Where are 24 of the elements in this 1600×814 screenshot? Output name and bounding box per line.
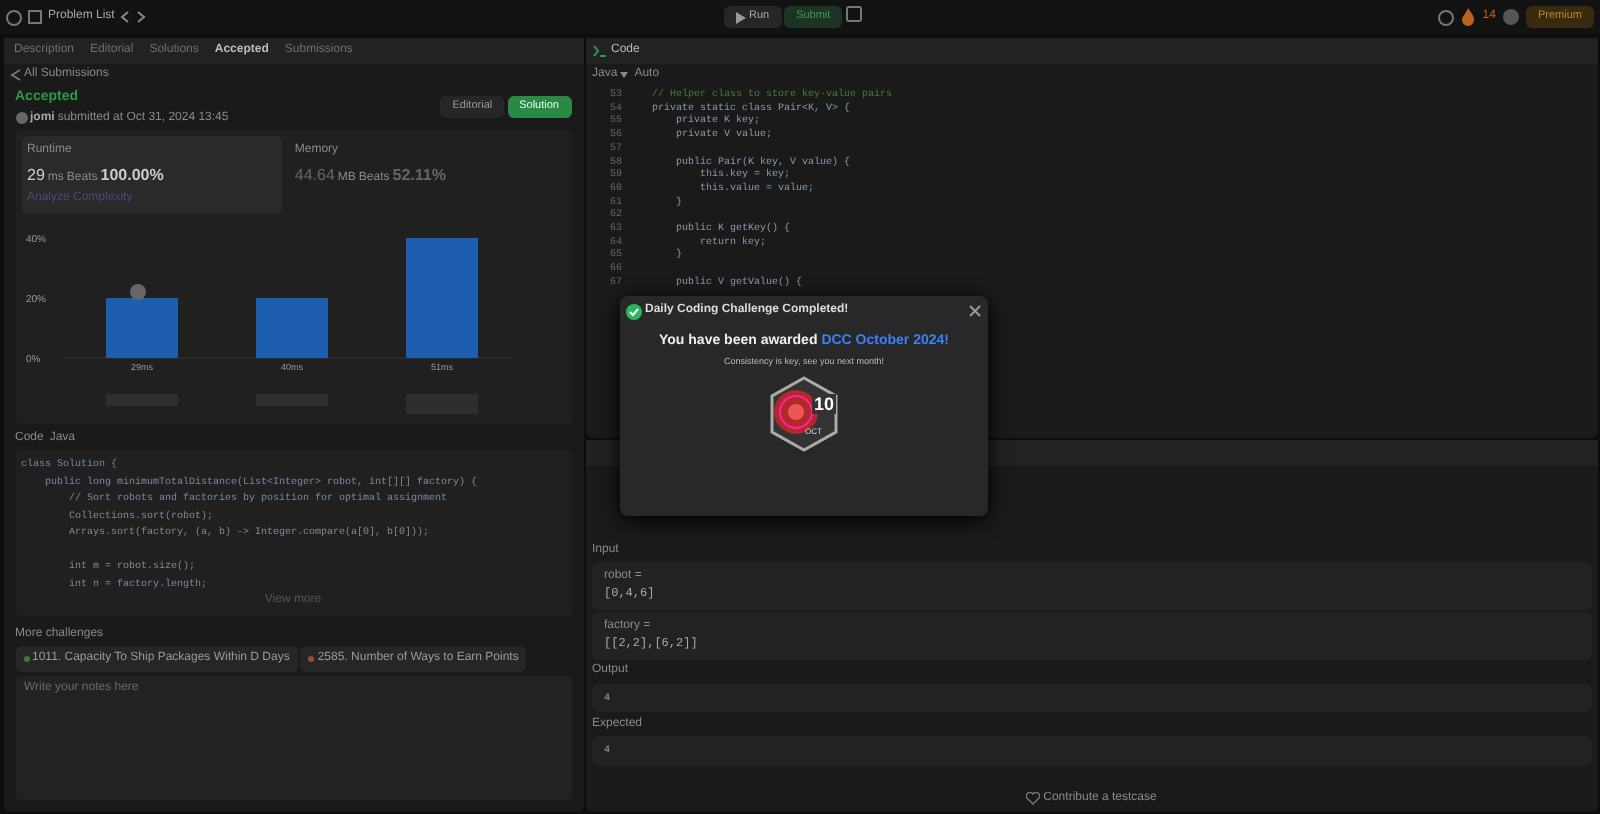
- runtime-beats: 100.00%: [100, 163, 164, 187]
- caret-icon: [620, 71, 629, 77]
- next-icon[interactable]: [136, 10, 147, 24]
- previous-icon[interactable]: [120, 10, 131, 24]
- chart-bar[interactable]: [255, 297, 327, 357]
- difficulty-dot-icon: [308, 656, 315, 662]
- note-icon[interactable]: [845, 6, 862, 22]
- check-icon: [626, 303, 642, 319]
- flame-icon: [1460, 8, 1477, 26]
- chart-bar[interactable]: [405, 237, 477, 357]
- runtime-value: 29: [27, 163, 45, 187]
- heart-icon: [1026, 792, 1041, 806]
- avatar-icon: [129, 283, 145, 299]
- difficulty-dot-icon: [23, 656, 29, 662]
- list-icon: [28, 10, 42, 24]
- avatar-icon[interactable]: [1501, 8, 1520, 26]
- avatar-icon: [15, 112, 27, 124]
- chart-bar[interactable]: [105, 297, 177, 357]
- memory-value: 44.64: [294, 163, 335, 187]
- close-icon[interactable]: [968, 304, 982, 318]
- play-icon: [735, 11, 746, 23]
- code-icon: [592, 43, 608, 57]
- memory-beats: 52.11%: [392, 163, 446, 187]
- badge-icon: [768, 375, 840, 452]
